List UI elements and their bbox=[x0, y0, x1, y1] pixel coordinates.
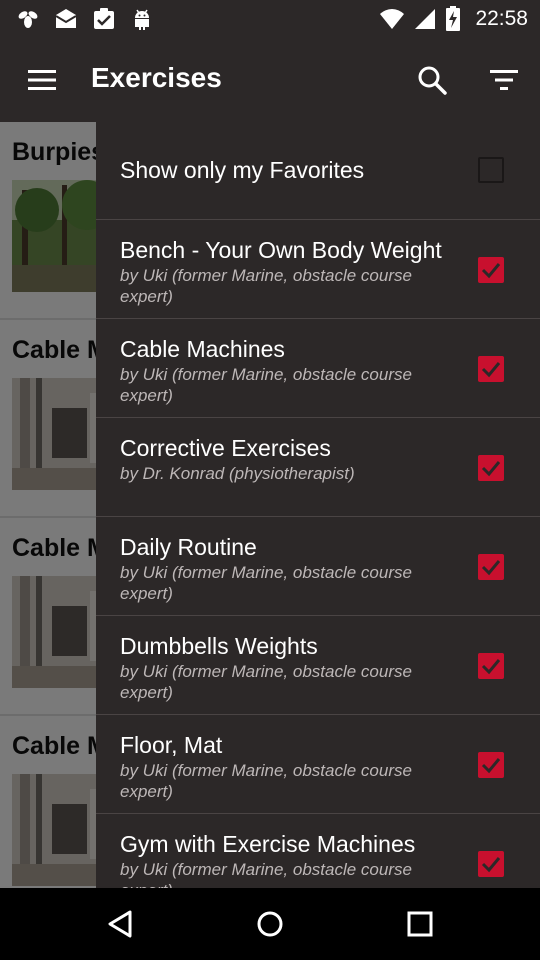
filter-item[interactable]: Corrective Exercises by Dr. Konrad (physi… bbox=[96, 418, 540, 517]
home-icon bbox=[257, 911, 283, 937]
check-icon bbox=[481, 560, 501, 576]
filter-item-author: by Uki (former Marine, obstacle course e… bbox=[120, 563, 412, 603]
filter-item[interactable]: Dumbbells Weights by Uki (former Marine, … bbox=[96, 616, 540, 715]
back-icon bbox=[108, 910, 132, 938]
filter-item-checkbox[interactable] bbox=[478, 851, 504, 877]
filter-icon bbox=[490, 70, 518, 90]
android-icon bbox=[135, 9, 149, 30]
favorites-checkbox[interactable] bbox=[478, 157, 504, 183]
clock: 22:58 bbox=[475, 7, 528, 30]
filter-item-title: Daily Routine bbox=[120, 534, 257, 560]
check-icon bbox=[481, 362, 501, 378]
bee-icon bbox=[18, 11, 38, 28]
mail-icon bbox=[55, 9, 77, 28]
filter-item-checkbox[interactable] bbox=[478, 752, 504, 778]
recents-icon bbox=[407, 911, 433, 937]
filter-item-checkbox[interactable] bbox=[478, 653, 504, 679]
menu-icon bbox=[28, 70, 56, 90]
page-title: Exercises bbox=[91, 62, 222, 93]
back-button[interactable] bbox=[100, 904, 140, 944]
filter-item-author: by Uki (former Marine, obstacle course e… bbox=[120, 860, 412, 888]
recents-button[interactable] bbox=[400, 904, 440, 944]
filter-item[interactable]: Floor, Mat by Uki (former Marine, obstacl… bbox=[96, 715, 540, 814]
filter-item-author: by Uki (former Marine, obstacle course e… bbox=[120, 761, 412, 801]
filter-item-title: Floor, Mat bbox=[120, 732, 223, 758]
status-bar: 22:58 bbox=[0, 0, 540, 38]
home-button[interactable] bbox=[250, 904, 290, 944]
check-icon bbox=[481, 857, 501, 873]
filter-item-title: Dumbbells Weights bbox=[120, 633, 318, 659]
filter-item-checkbox[interactable] bbox=[478, 455, 504, 481]
check-icon bbox=[481, 263, 501, 279]
filter-item-title: Cable Machines bbox=[120, 336, 285, 362]
clipboard-check-icon bbox=[94, 8, 114, 29]
filter-item-title: Gym with Exercise Machines bbox=[120, 831, 416, 857]
filter-button[interactable] bbox=[484, 60, 524, 100]
check-icon bbox=[481, 659, 501, 675]
filter-item-author: by Dr. Konrad (physiotherapist) bbox=[120, 464, 355, 483]
wifi-icon bbox=[380, 9, 405, 29]
check-icon bbox=[481, 758, 501, 774]
favorites-label: Show only my Favorites bbox=[120, 157, 365, 183]
navigation-bar bbox=[0, 888, 540, 960]
filter-panel: Show only my Favorites Bench - Your Own … bbox=[96, 122, 540, 888]
favorites-toggle-row[interactable]: Show only my Favorites bbox=[96, 122, 540, 220]
filter-item[interactable]: Cable Machines by Uki (former Marine, obs… bbox=[96, 319, 540, 418]
filter-item-author: by Uki (former Marine, obstacle course e… bbox=[120, 662, 412, 702]
filter-item-title: Corrective Exercises bbox=[120, 435, 331, 461]
menu-button[interactable] bbox=[22, 60, 62, 100]
filter-item[interactable]: Gym with Exercise Machines by Uki (former… bbox=[96, 814, 540, 888]
filter-item-checkbox[interactable] bbox=[478, 257, 504, 283]
filter-item-checkbox[interactable] bbox=[478, 554, 504, 580]
filter-item[interactable]: Daily Routine by Uki (former Marine, obst… bbox=[96, 517, 540, 616]
check-icon bbox=[481, 461, 501, 477]
search-icon bbox=[418, 66, 447, 95]
search-button[interactable] bbox=[412, 60, 452, 100]
filter-item-author: by Uki (former Marine, obstacle course e… bbox=[120, 365, 412, 405]
notification-icons bbox=[16, 7, 154, 31]
signal-icon bbox=[415, 9, 436, 29]
filter-item-title: Bench - Your Own Body Weight bbox=[120, 237, 442, 263]
filter-item-author: by Uki (former Marine, obstacle course e… bbox=[120, 266, 412, 306]
filter-item-checkbox[interactable] bbox=[478, 356, 504, 382]
system-icons: 22:58 bbox=[379, 6, 528, 32]
app-bar: Exercises bbox=[0, 38, 540, 122]
filter-item[interactable]: Bench - Your Own Body Weight by Uki (form… bbox=[96, 220, 540, 319]
battery-charging-icon bbox=[446, 6, 461, 31]
